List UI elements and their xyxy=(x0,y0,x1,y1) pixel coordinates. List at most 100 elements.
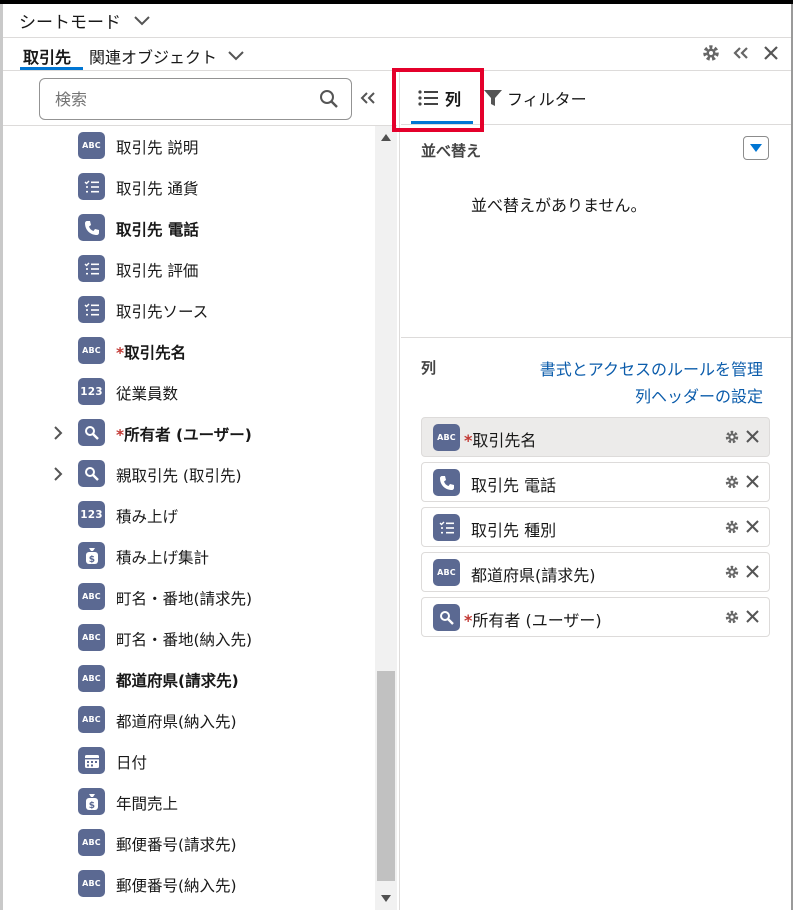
picklist-icon xyxy=(78,173,105,200)
mode-title: シートモード xyxy=(19,13,121,33)
field-list-item[interactable]: $ 積み上げ集計 xyxy=(3,536,375,577)
field-label-text: 郵便番号(請求先) xyxy=(116,836,237,854)
column-label-text: 都道府県(請求先) xyxy=(471,566,596,585)
field-list-item[interactable]: 取引先 通貨 xyxy=(3,167,375,208)
field-list-item[interactable]: ABC 郵便番号(請求先) xyxy=(3,823,375,864)
text-field-icon: ABC xyxy=(78,829,105,856)
field-list-item[interactable]: ABC 都道府県(納入先) xyxy=(3,700,375,741)
search-box xyxy=(39,78,352,120)
text-field-icon: ABC xyxy=(78,132,105,159)
phone-icon xyxy=(78,214,105,241)
scrollbar[interactable] xyxy=(375,126,397,910)
scroll-up-arrow[interactable] xyxy=(381,134,391,141)
close-icon[interactable] xyxy=(744,428,761,445)
column-label-text: 取引先名 xyxy=(472,431,537,450)
field-list-item[interactable]: 取引先 評価 xyxy=(3,249,375,290)
field-list-item[interactable]: 123 従業員数 xyxy=(3,372,375,413)
tab-active-indicator xyxy=(20,67,83,70)
phone-icon xyxy=(433,469,460,496)
field-label: 従業員数 xyxy=(116,382,178,404)
field-list-item[interactable]: ABC 町名・番地(請求先) xyxy=(3,577,375,618)
field-label: 取引先 電話 xyxy=(116,218,199,240)
field-label-text: 都道府県(請求先) xyxy=(116,672,239,690)
column-item[interactable]: ABC *取引先名 xyxy=(421,417,770,457)
close-icon[interactable] xyxy=(761,42,781,64)
field-list-item[interactable]: ABC 郵便番号(納入先) xyxy=(3,864,375,905)
gear-icon[interactable] xyxy=(724,609,740,625)
field-list-item[interactable]: ABC *取引先名 xyxy=(3,331,375,372)
column-label-text: 取引先 電話 xyxy=(471,476,557,495)
scroll-down-arrow[interactable] xyxy=(381,895,391,902)
text-field-icon: ABC xyxy=(433,424,460,451)
field-label-text: 日付 xyxy=(116,754,148,772)
text-field-icon: ABC xyxy=(78,337,105,364)
column-label-text: 所有者 (ユーザー) xyxy=(472,611,602,630)
field-label: 日付 xyxy=(116,751,147,773)
svg-text:$: $ xyxy=(88,555,94,565)
gear-icon[interactable] xyxy=(724,429,740,445)
field-label-text: 所有者 (ユーザー) xyxy=(124,426,252,444)
scroll-thumb[interactable] xyxy=(377,671,395,881)
required-marker: * xyxy=(116,426,125,444)
field-label: 積み上げ xyxy=(116,505,178,527)
field-label-text: 都道府県(納入先) xyxy=(116,713,237,731)
column-label-text: 取引先 種別 xyxy=(471,521,557,540)
field-label-text: 郵便番号(納入先) xyxy=(116,877,237,895)
chevron-right-icon[interactable] xyxy=(51,424,67,442)
column-item[interactable]: 取引先 電話 xyxy=(421,462,770,502)
object-tabs: 取引先 関連オブジェクト xyxy=(3,38,791,71)
tab-related-objects[interactable]: 関連オブジェクト xyxy=(89,44,245,68)
collapse-icon[interactable] xyxy=(731,42,751,64)
columns-title: 列 xyxy=(421,359,437,377)
gear-icon[interactable] xyxy=(724,474,740,490)
column-label: 取引先 種別 xyxy=(471,517,556,541)
field-list-item[interactable]: *所有者 (ユーザー) xyxy=(3,413,375,454)
panel-tabs: 列 フィルター xyxy=(392,68,791,132)
field-list-item[interactable]: ABC 町名・番地(納入先) xyxy=(3,618,375,659)
field-list-item[interactable]: ABC 取引先 説明 xyxy=(3,126,375,167)
lookup-icon xyxy=(433,604,460,631)
close-icon[interactable] xyxy=(744,608,761,625)
column-label: *取引先名 xyxy=(464,427,537,451)
column-item[interactable]: *所有者 (ユーザー) xyxy=(421,597,770,637)
text-field-icon: ABC xyxy=(78,583,105,610)
sort-dropdown-button[interactable] xyxy=(743,136,769,160)
close-icon[interactable] xyxy=(744,518,761,535)
tab-account[interactable]: 取引先 xyxy=(23,44,71,68)
field-list-item[interactable]: $ 年間売上 xyxy=(3,782,375,823)
tab-filter[interactable]: フィルター xyxy=(483,71,587,125)
text-field-icon: ABC xyxy=(78,665,105,692)
column-label: *所有者 (ユーザー) xyxy=(464,607,602,631)
field-label: 取引先 評価 xyxy=(116,259,198,281)
manage-rules-link[interactable]: 書式とアクセスのルールを管理 xyxy=(540,356,763,380)
gear-icon[interactable] xyxy=(701,42,721,64)
collapse-panel-icon[interactable] xyxy=(358,88,378,108)
search-icon[interactable] xyxy=(319,89,339,109)
field-label-text: 親取引先 (取引先) xyxy=(116,467,242,485)
currency-icon: $ xyxy=(78,788,105,815)
search-input[interactable] xyxy=(55,89,305,109)
column-item[interactable]: ABC 都道府県(請求先) xyxy=(421,552,770,592)
field-list-item[interactable]: 123 積み上げ xyxy=(3,495,375,536)
field-list-item[interactable]: 日付 xyxy=(3,741,375,782)
field-label: 取引先ソース xyxy=(116,300,208,322)
close-icon[interactable] xyxy=(744,473,761,490)
field-label-text: 取引先ソース xyxy=(116,303,209,321)
column-header-settings-link[interactable]: 列ヘッダーの設定 xyxy=(635,383,763,407)
field-list-item[interactable]: 取引先ソース xyxy=(3,290,375,331)
field-list-item[interactable]: 親取引先 (取引先) xyxy=(3,454,375,495)
chevron-right-icon[interactable] xyxy=(51,465,67,483)
gear-icon[interactable] xyxy=(724,564,740,580)
field-list-item[interactable]: ABC 都道府県(請求先) xyxy=(3,659,375,700)
field-list-item[interactable]: 取引先 電話 xyxy=(3,208,375,249)
close-icon[interactable] xyxy=(744,563,761,580)
header-actions xyxy=(701,42,781,64)
column-item[interactable]: 取引先 種別 xyxy=(421,507,770,547)
text-field-icon: ABC xyxy=(78,870,105,897)
chevron-down-icon[interactable] xyxy=(133,13,150,29)
sort-section: 並べ替え 並べ替えがありません。 xyxy=(401,126,791,338)
lookup-icon xyxy=(78,460,105,487)
chevron-down-icon xyxy=(227,48,245,64)
field-label: 町名・番地(納入先) xyxy=(116,628,252,650)
gear-icon[interactable] xyxy=(724,519,740,535)
